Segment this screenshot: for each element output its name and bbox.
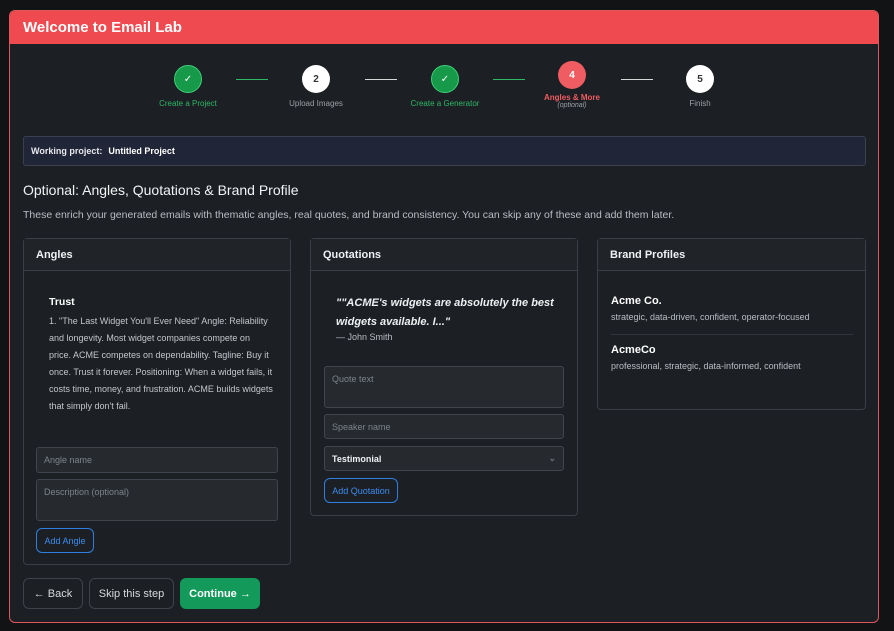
brand-profile-item[interactable]: Acme Co. strategic, data-driven, confide… (611, 295, 853, 322)
step-label: Angles & More (543, 93, 600, 102)
step-optional-note: (optional) (557, 102, 587, 109)
step-number: 4 (558, 61, 586, 89)
angle-name-input[interactable]: Angle name (36, 447, 278, 473)
add-angle-button[interactable]: Add Angle (36, 528, 94, 553)
step-create-generator[interactable]: ✓ Create a Generator (390, 65, 500, 108)
add-quotation-button[interactable]: Add Quotation (324, 478, 398, 503)
brand-profiles-card-title: Brand Profiles (598, 239, 865, 271)
window-title: Welcome to Email Lab (10, 11, 878, 44)
working-project-name: Untitled Project (108, 146, 175, 156)
quote-type-value: Testimonial (332, 453, 382, 464)
continue-button[interactable]: Continue → (180, 578, 260, 609)
divider (611, 334, 853, 335)
quote-text-input[interactable]: Quote text (324, 366, 564, 408)
brand-traits: strategic, data-driven, confident, opera… (611, 312, 810, 322)
brand-traits: professional, strategic, data-informed, … (611, 361, 801, 371)
brand-profiles-card: Brand Profiles Acme Co. strategic, data-… (597, 238, 866, 410)
speaker-name-input[interactable]: Speaker name (324, 414, 564, 439)
working-project-bar: Working project: Untitled Project (23, 136, 866, 166)
app-window: Welcome to Email Lab ✓ Create a Project … (9, 10, 879, 623)
brand-name: Acme Co. (611, 295, 662, 307)
step-angles-more[interactable]: 4 Angles & More (optional) (517, 61, 627, 109)
back-button[interactable]: ← Back (23, 578, 83, 609)
angle-description-input[interactable]: Description (optional) (36, 479, 278, 521)
step-create-project[interactable]: ✓ Create a Project (133, 65, 243, 108)
step-upload-images[interactable]: 2 Upload Images (261, 65, 371, 108)
step-number: 2 (302, 65, 330, 93)
brand-profile-item[interactable]: AcmeCo professional, strategic, data-inf… (611, 344, 853, 371)
angles-card: Angles Trust 1. "The Last Widget You'll … (23, 238, 291, 565)
quote-item-author: — John Smith (336, 332, 393, 342)
quote-item-text: ""ACME's widgets are absolutely the best… (336, 297, 554, 328)
angle-item-description: 1. "The Last Widget You'll Ever Need" An… (49, 316, 273, 411)
step-label: Create a Generator (410, 99, 480, 108)
working-project-label: Working project: (31, 146, 103, 156)
angle-item-name: Trust (49, 296, 75, 308)
wizard-stepper: ✓ Create a Project 2 Upload Images ✓ Cre… (10, 61, 878, 125)
page-description: These enrich your generated emails with … (23, 209, 675, 221)
step-label: Upload Images (289, 99, 343, 108)
skip-step-button[interactable]: Skip this step (89, 578, 174, 609)
step-finish[interactable]: 5 Finish (645, 65, 755, 108)
check-icon: ✓ (431, 65, 459, 93)
angles-card-title: Angles (24, 239, 290, 271)
page-title: Optional: Angles, Quotations & Brand Pro… (23, 182, 299, 198)
chevron-down-icon: ⌄ (548, 453, 556, 463)
step-number: 5 (686, 65, 714, 93)
brand-name: AcmeCo (611, 344, 656, 356)
step-label: Finish (689, 99, 711, 108)
quotations-card: Quotations ""ACME's widgets are absolute… (310, 238, 578, 516)
check-icon: ✓ (174, 65, 202, 93)
step-label: Create a Project (159, 99, 217, 108)
quote-type-select[interactable]: Testimonial ⌄ (324, 446, 564, 471)
quotations-card-title: Quotations (311, 239, 577, 271)
